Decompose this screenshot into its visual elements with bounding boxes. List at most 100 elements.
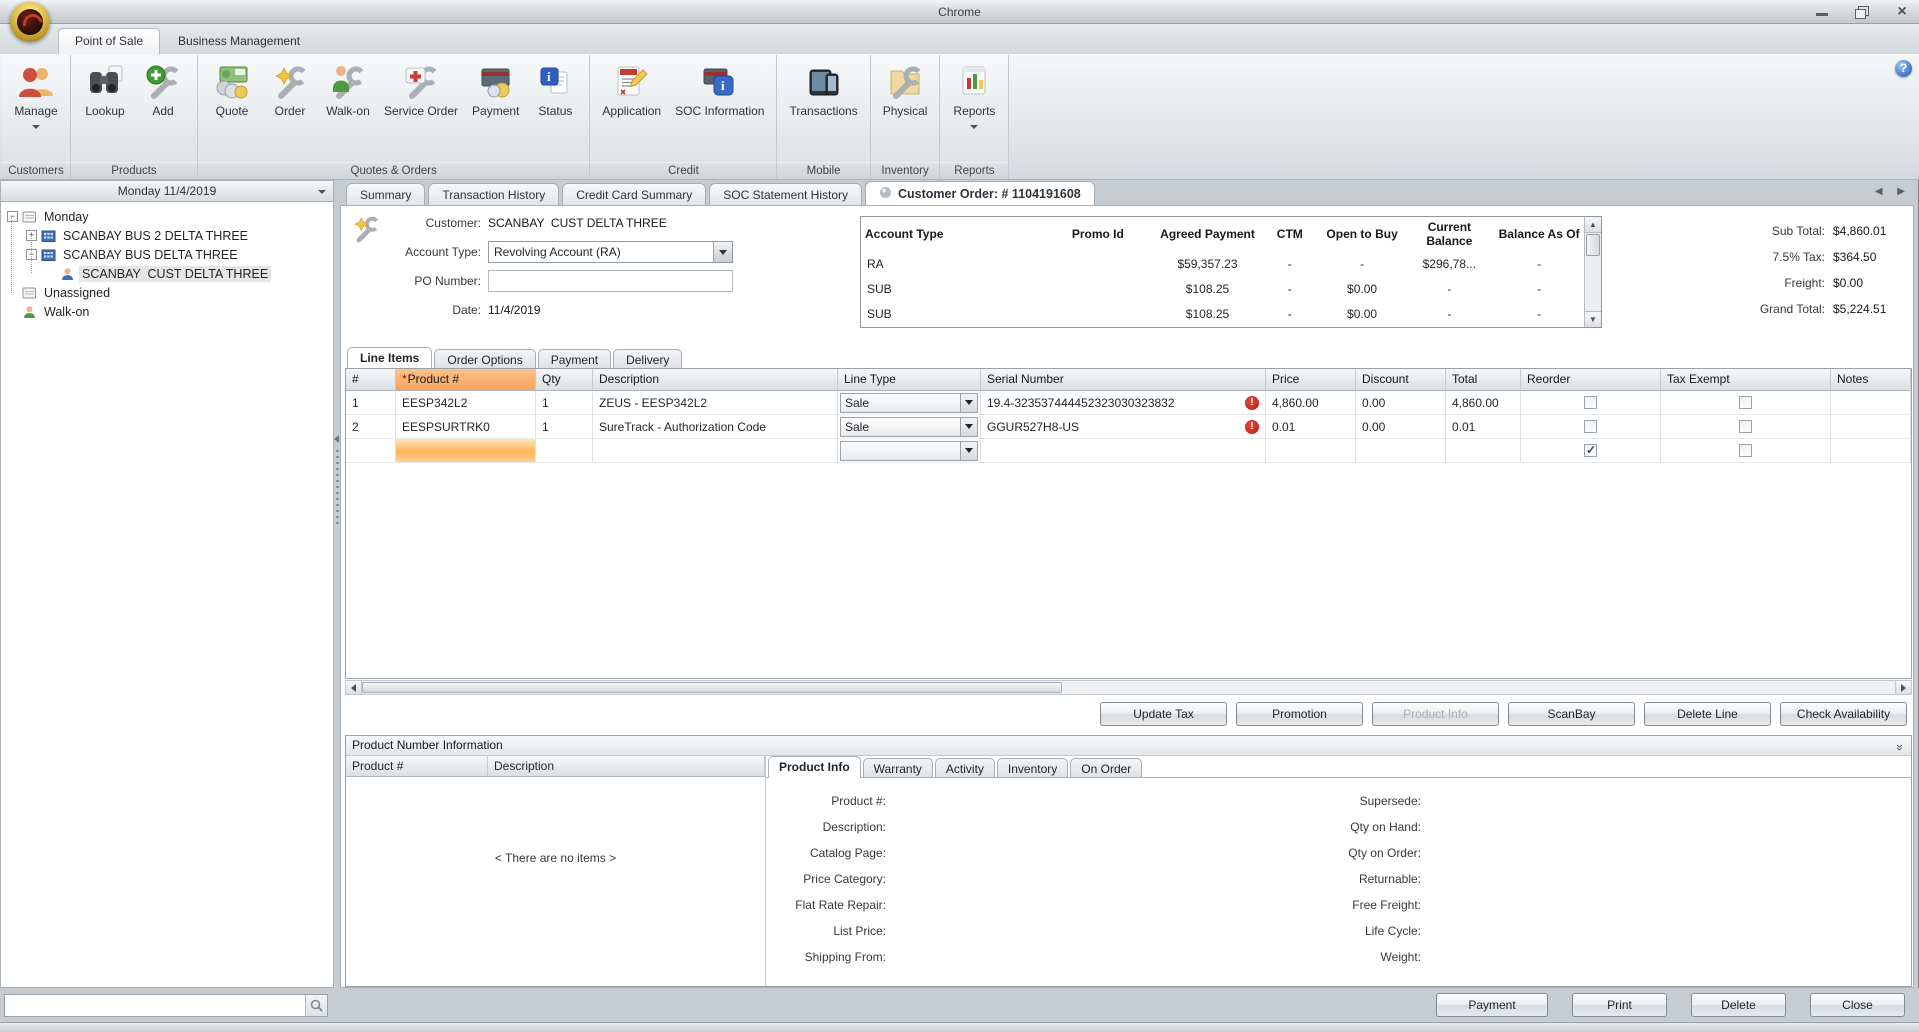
- tab-delivery[interactable]: Delivery: [613, 349, 682, 368]
- application-orb-icon[interactable]: [10, 2, 50, 42]
- tree-expander-minus-icon[interactable]: −: [7, 211, 18, 222]
- reorder-checkbox[interactable]: [1584, 444, 1597, 457]
- chevron-down-icon[interactable]: [713, 242, 732, 262]
- payment-button[interactable]: Payment: [1436, 993, 1548, 1017]
- line-type-select[interactable]: Sale: [840, 393, 978, 413]
- tab-credit-card-summary[interactable]: Credit Card Summary: [562, 183, 706, 205]
- reorder-checkbox[interactable]: [1584, 420, 1597, 433]
- ribbon-button-reports[interactable]: Reports: [948, 61, 1000, 131]
- ribbon-button-order[interactable]: Order: [264, 61, 316, 120]
- ribbon-button-add[interactable]: Add: [137, 61, 189, 120]
- tab-order-options[interactable]: Order Options: [434, 349, 535, 368]
- reorder-checkbox[interactable]: [1584, 396, 1597, 409]
- total-row: Sub Total:$4,860.01: [1735, 218, 1903, 244]
- order-sphere-icon: [879, 186, 892, 202]
- tab-on-order[interactable]: On Order: [1070, 758, 1142, 777]
- tab-scroll-arrows[interactable]: ◀ ▶: [1875, 186, 1911, 197]
- minimize-icon[interactable]: [1815, 6, 1829, 18]
- tree-item-walk-on[interactable]: Walk-on: [3, 302, 331, 321]
- tax-exempt-checkbox[interactable]: [1739, 396, 1752, 409]
- tax-exempt-checkbox[interactable]: [1739, 420, 1752, 433]
- tree-item-scanbay-cust-delta-three[interactable]: SCANBAY CUST DELTA THREE: [3, 264, 331, 283]
- collapse-chevron-icon[interactable]: »: [1890, 744, 1909, 751]
- scanbay-button[interactable]: ScanBay: [1508, 702, 1635, 726]
- date-header[interactable]: Monday 11/4/2019: [0, 180, 334, 202]
- ribbon-group-quotes-orders: QuoteOrderWalk-onService OrderPaymentiSt…: [198, 55, 590, 179]
- ribbon-tab-point-of-sale[interactable]: Point of Sale: [58, 28, 160, 54]
- search-button[interactable]: [305, 995, 327, 1016]
- ribbon-button-physical[interactable]: Physical: [879, 61, 932, 120]
- cell-line_type: Sale: [838, 415, 981, 439]
- tab-summary[interactable]: Summary: [346, 183, 425, 205]
- ribbon-button-walk-on[interactable]: Walk-on: [322, 61, 374, 120]
- delete-button[interactable]: Delete: [1691, 993, 1786, 1017]
- tree-item-unassigned[interactable]: Unassigned: [3, 283, 331, 302]
- ribbon-button-payment[interactable]: Payment: [468, 61, 523, 120]
- total-value: $4,860.01: [1825, 224, 1903, 238]
- tab-transaction-history[interactable]: Transaction History: [428, 183, 559, 205]
- scrollbar-thumb[interactable]: [1586, 234, 1600, 256]
- scroll-down-icon[interactable]: ▼: [1585, 311, 1601, 327]
- ribbon-button-application[interactable]: Application: [598, 61, 665, 120]
- line-item-row[interactable]: 2EESPSURTRK01SureTrack - Authorization C…: [346, 415, 1911, 439]
- scrollbar-thumb[interactable]: [362, 682, 1062, 693]
- tab-payment[interactable]: Payment: [538, 349, 611, 368]
- account-column-header: Promo Id: [1040, 217, 1155, 253]
- line-item-row[interactable]: [346, 439, 1911, 463]
- chevron-down-icon[interactable]: [960, 394, 977, 412]
- line-item-actions: Update TaxPromotionProduct InfoScanBayDe…: [1100, 702, 1907, 726]
- chevron-down-icon[interactable]: [960, 418, 977, 436]
- update-tax-button[interactable]: Update Tax: [1100, 702, 1227, 726]
- close-icon[interactable]: ×: [1895, 6, 1909, 18]
- account-column-header: CTM: [1260, 217, 1320, 253]
- account-grid-scrollbar[interactable]: ▲ ▼: [1584, 217, 1601, 327]
- account-type-select[interactable]: Revolving Account (RA): [488, 241, 733, 263]
- tab-inventory[interactable]: Inventory: [997, 758, 1068, 777]
- cell-discount: 0.00: [1356, 391, 1446, 415]
- ribbon-button-lookup[interactable]: Lookup: [79, 61, 131, 120]
- cell-num: 1: [346, 391, 396, 415]
- close-button[interactable]: Close: [1810, 993, 1905, 1017]
- tab-soc-statement-history[interactable]: SOC Statement History: [709, 183, 862, 205]
- chevron-down-icon[interactable]: [960, 442, 977, 460]
- ribbon-button-quote[interactable]: Quote: [206, 61, 258, 120]
- scroll-left-icon[interactable]: [346, 681, 362, 694]
- tree-item-monday[interactable]: −Monday: [3, 207, 331, 226]
- tab-activity[interactable]: Activity: [935, 758, 995, 777]
- tax-exempt-checkbox[interactable]: [1739, 444, 1752, 457]
- ribbon-tab-business-management[interactable]: Business Management: [162, 29, 316, 54]
- line-type-select[interactable]: Sale: [840, 417, 978, 437]
- tab-warranty[interactable]: Warranty: [863, 758, 933, 777]
- dropdown-caret-icon[interactable]: [32, 125, 40, 129]
- search-input[interactable]: [5, 995, 305, 1016]
- tab-customer-order-1104191608[interactable]: Customer Order: # 1104191608: [865, 181, 1095, 205]
- restore-icon[interactable]: [1855, 6, 1869, 18]
- scroll-up-icon[interactable]: ▲: [1585, 217, 1601, 233]
- ribbon-button-soc-information[interactable]: iSOC Information: [671, 61, 768, 120]
- delete-line-button[interactable]: Delete Line: [1644, 702, 1771, 726]
- ribbon-button-service-order[interactable]: Service Order: [380, 61, 462, 120]
- total-row: Grand Total:$5,224.51: [1735, 296, 1903, 322]
- ribbon-button-transactions[interactable]: Transactions: [785, 61, 861, 120]
- tab-product-info[interactable]: Product Info: [768, 756, 861, 778]
- account-cell: RA: [861, 253, 1040, 278]
- ribbon-button-manage[interactable]: Manage: [10, 61, 62, 131]
- promotion-button[interactable]: Promotion: [1236, 702, 1363, 726]
- help-icon[interactable]: ?: [1895, 60, 1912, 77]
- print-button[interactable]: Print: [1572, 993, 1667, 1017]
- line-item-row[interactable]: 1EESP342L21ZEUS - EESP342L2Sale19.4-3235…: [346, 391, 1911, 415]
- tree-item-scanbay-bus-delta-three[interactable]: −SCANBAY BUS DELTA THREE: [3, 245, 331, 264]
- scroll-right-icon[interactable]: [1895, 681, 1911, 694]
- line-grid-hscrollbar[interactable]: [345, 680, 1912, 695]
- ribbon-button-status[interactable]: iStatus: [529, 61, 581, 120]
- column-header-price: Price: [1266, 369, 1356, 391]
- person-blue-icon: [60, 267, 75, 281]
- line-type-select[interactable]: [840, 441, 978, 461]
- check-availability-button[interactable]: Check Availability: [1780, 702, 1907, 726]
- dropdown-caret-icon[interactable]: [970, 125, 978, 129]
- po-number-input[interactable]: [488, 270, 733, 292]
- tab-line-items[interactable]: Line Items: [347, 347, 432, 368]
- account-cell: SUB: [861, 278, 1040, 303]
- tree-item-scanbay-bus-2-delta-three[interactable]: +SCANBAY BUS 2 DELTA THREE: [3, 226, 331, 245]
- account-cell: $296,78...: [1404, 253, 1494, 278]
